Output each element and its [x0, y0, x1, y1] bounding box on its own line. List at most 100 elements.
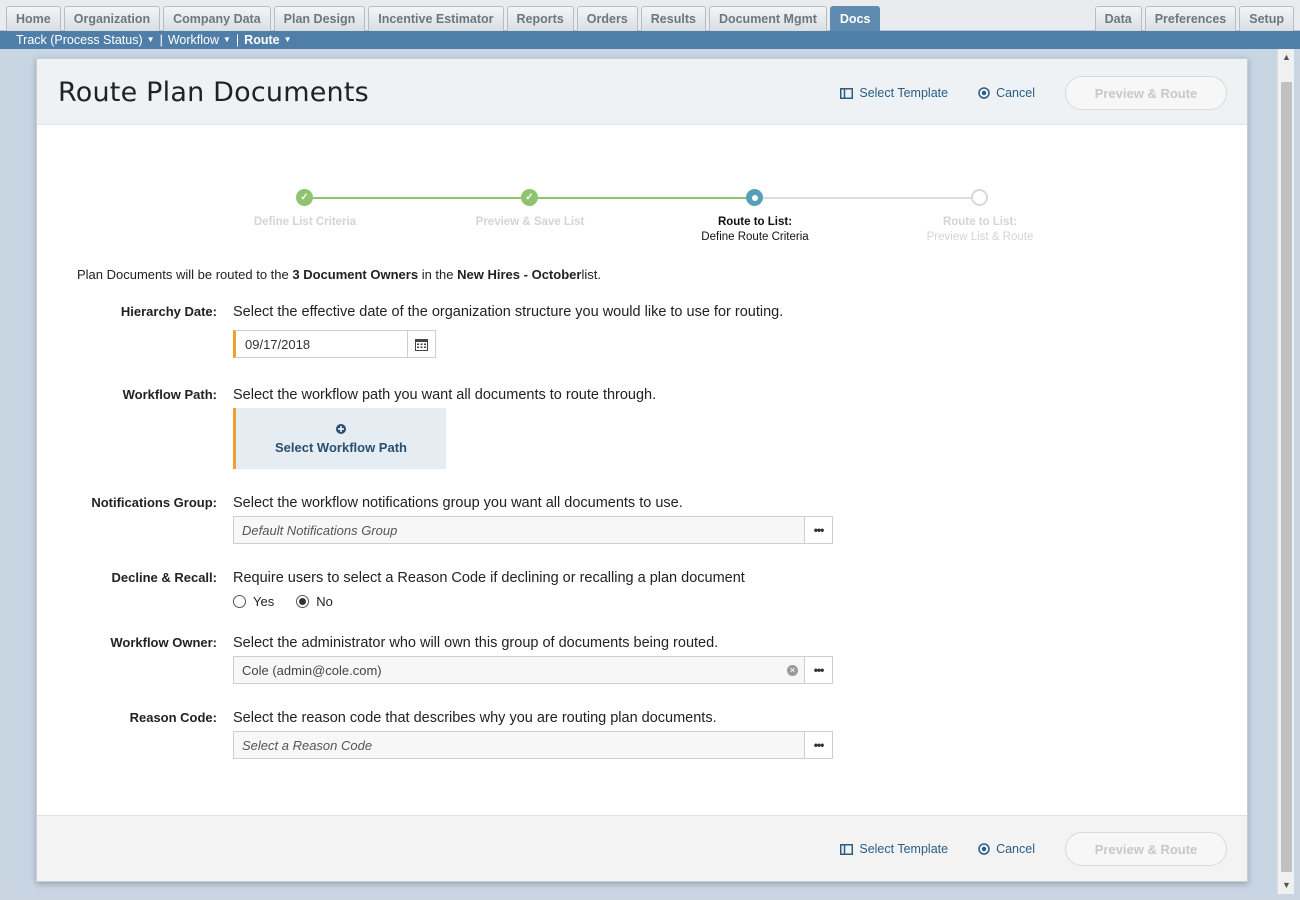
subnav-workflow[interactable]: Workflow ▼ [168, 31, 231, 49]
cancel-link[interactable]: Cancel [978, 842, 1035, 856]
notifications-group-field[interactable]: Default Notifications Group ••• [233, 516, 833, 544]
tab-organization[interactable]: Organization [63, 6, 161, 31]
step-connector [305, 197, 530, 199]
select-template-label: Select Template [859, 86, 949, 100]
scroll-up-icon[interactable]: ▲ [1278, 49, 1295, 66]
vertical-scrollbar[interactable]: ▲ ▼ [1277, 49, 1294, 894]
tab-incentive-estimator[interactable]: Incentive Estimator [368, 6, 504, 31]
hierarchy-date-label: Hierarchy Date: [120, 304, 217, 319]
cancel-link[interactable]: Cancel [978, 86, 1035, 100]
workflow-path-description: Select the workflow path you want all do… [233, 387, 657, 403]
step-3-label: Route to List: Define Route Criteria [655, 215, 855, 245]
tab-document-mgmt[interactable]: Document Mgmt [708, 6, 827, 31]
radio-yes[interactable]: Yes [233, 594, 274, 609]
template-icon [840, 87, 854, 99]
step-title: Preview & Save List [475, 216, 585, 228]
summary-prefix: Plan Documents will be routed to the [77, 267, 289, 282]
caret-down-icon: ▼ [223, 35, 231, 44]
workflow-owner-value[interactable]: Cole (admin@cole.com) [234, 663, 787, 678]
step-2-label: Preview & Save List [430, 215, 630, 230]
step-connector [755, 197, 980, 199]
subnav-track[interactable]: Track (Process Status) ▼ [16, 31, 155, 49]
step-title: Define List Criteria [253, 216, 357, 228]
select-template-label: Select Template [859, 842, 949, 856]
scroll-thumb[interactable] [1281, 82, 1292, 872]
tab-data[interactable]: Data [1094, 6, 1142, 31]
check-icon: ✓ [521, 189, 538, 206]
tab-setup[interactable]: Setup [1239, 6, 1294, 31]
page-title: Route Plan Documents [58, 77, 369, 108]
tab-preferences[interactable]: Preferences [1144, 6, 1237, 31]
radio-checked-icon[interactable] [296, 595, 310, 608]
tab-home[interactable]: Home [6, 6, 61, 31]
workflow-path-label: Workflow Path: [122, 387, 217, 402]
step-4-label: Route to List: Preview List & Route [880, 215, 1080, 245]
right-tabs: Data Preferences Setup [1094, 6, 1294, 31]
select-workflow-path-button[interactable]: Select Workflow Path [233, 408, 446, 469]
reason-code-field[interactable]: Select a Reason Code ••• [233, 731, 833, 759]
calendar-icon[interactable] [407, 331, 435, 357]
check-icon: ✓ [296, 189, 313, 206]
tab-company-data[interactable]: Company Data [163, 6, 271, 31]
ellipsis-icon[interactable]: ••• [804, 657, 832, 683]
workflow-owner-label: Workflow Owner: [110, 635, 217, 650]
cancel-icon [978, 843, 990, 855]
notifications-group-placeholder[interactable]: Default Notifications Group [234, 523, 804, 538]
radio-no-label: No [316, 594, 333, 609]
reason-code-label: Reason Code: [129, 710, 217, 725]
notifications-group-label: Notifications Group: [91, 495, 217, 510]
panel-footer: Select Template Cancel Preview & Route [37, 815, 1247, 881]
hierarchy-date-field[interactable]: 09/17/2018 [233, 330, 436, 358]
subnav-separator: | [159, 33, 163, 47]
notifications-group-description: Select the workflow notifications group … [233, 495, 683, 511]
hierarchy-date-description: Select the effective date of the organiz… [233, 304, 784, 320]
caret-down-icon: ▼ [283, 35, 292, 44]
subnav-route[interactable]: Route ▼ [244, 31, 291, 49]
template-icon [840, 843, 854, 855]
decline-recall-label: Decline & Recall: [111, 570, 218, 585]
subnav-workflow-label: Workflow [167, 33, 219, 47]
radio-unchecked-icon[interactable] [233, 595, 246, 608]
scroll-down-icon[interactable]: ▼ [1278, 877, 1295, 894]
summary-list-name-b: October [531, 267, 582, 282]
tab-docs[interactable]: Docs [829, 6, 881, 31]
reason-code-placeholder[interactable]: Select a Reason Code [234, 738, 804, 753]
select-template-link[interactable]: Select Template [840, 842, 948, 856]
ellipsis-icon[interactable]: ••• [804, 517, 832, 543]
step-subtitle: Preview List & Route [926, 231, 1034, 243]
select-workflow-path-label: Select Workflow Path [275, 439, 407, 455]
route-panel: Route Plan Documents Select Template Can… [36, 58, 1248, 882]
workflow-owner-field[interactable]: Cole (admin@cole.com) ✕ ••• [233, 656, 833, 684]
preview-route-button[interactable]: Preview & Route [1065, 76, 1227, 110]
radio-no[interactable]: No [296, 594, 333, 609]
plus-circle-icon [336, 423, 346, 437]
top-nav-bar: Home Organization Company Data Plan Desi… [0, 0, 1300, 31]
tab-reports[interactable]: Reports [506, 6, 574, 31]
tab-plan-design[interactable]: Plan Design [273, 6, 366, 31]
preview-route-button[interactable]: Preview & Route [1065, 832, 1227, 866]
ellipsis-icon[interactable]: ••• [804, 732, 832, 758]
decline-recall-description: Require users to select a Reason Code if… [233, 570, 745, 586]
panel-header: Route Plan Documents Select Template Can… [37, 59, 1247, 125]
cancel-label: Cancel [996, 86, 1035, 100]
route-summary: Plan Documents will be routed to the 3 D… [77, 267, 601, 282]
tab-orders[interactable]: Orders [576, 6, 638, 31]
select-template-link[interactable]: Select Template [840, 86, 948, 100]
step-subtitle: Define Route Criteria [701, 231, 809, 243]
cancel-label: Cancel [996, 842, 1035, 856]
main-tabs: Home Organization Company Data Plan Desi… [6, 6, 881, 31]
step-1-label: Define List Criteria [205, 215, 405, 230]
caret-down-icon: ▼ [146, 35, 155, 44]
pending-step-icon [971, 189, 988, 206]
summary-middle: in the [421, 267, 454, 282]
radio-yes-label: Yes [253, 594, 275, 609]
subnav-separator: | [235, 33, 240, 47]
hierarchy-date-value[interactable]: 09/17/2018 [236, 337, 407, 352]
subnav-track-label: Track (Process Status) [16, 33, 143, 47]
progress-stepper: ✓ ✓ Define List Criteria Preview & Save … [37, 187, 1247, 247]
step-connector [530, 197, 755, 199]
clear-icon[interactable]: ✕ [787, 664, 798, 676]
tab-results[interactable]: Results [640, 6, 706, 31]
step-title: Route to List: [717, 216, 793, 228]
summary-list-name-a: New Hires [457, 267, 520, 282]
